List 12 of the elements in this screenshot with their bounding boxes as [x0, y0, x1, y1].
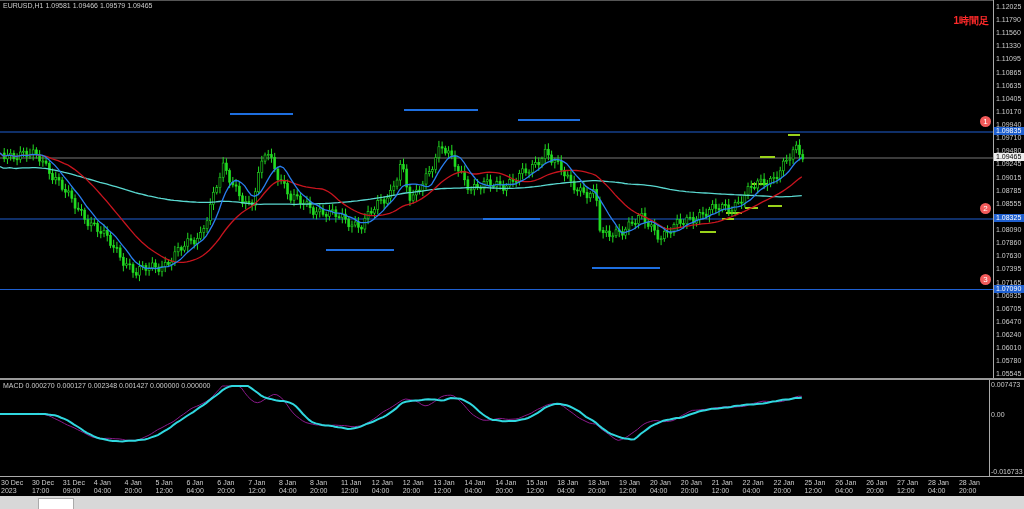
chart-tab[interactable]: [38, 498, 74, 509]
level-marker: 3: [980, 273, 991, 285]
marker-segment: [722, 218, 734, 220]
marker-segment: [768, 205, 782, 207]
level-marker: 2: [980, 203, 991, 214]
marker-segment: [700, 231, 716, 233]
marker-segment: [788, 134, 800, 136]
marker-segment: [726, 212, 742, 214]
marker-segment: [745, 207, 758, 209]
timeframe-label: 1時間足: [953, 14, 989, 28]
marker-segment: [760, 156, 775, 158]
level-marker: 1: [980, 116, 991, 127]
